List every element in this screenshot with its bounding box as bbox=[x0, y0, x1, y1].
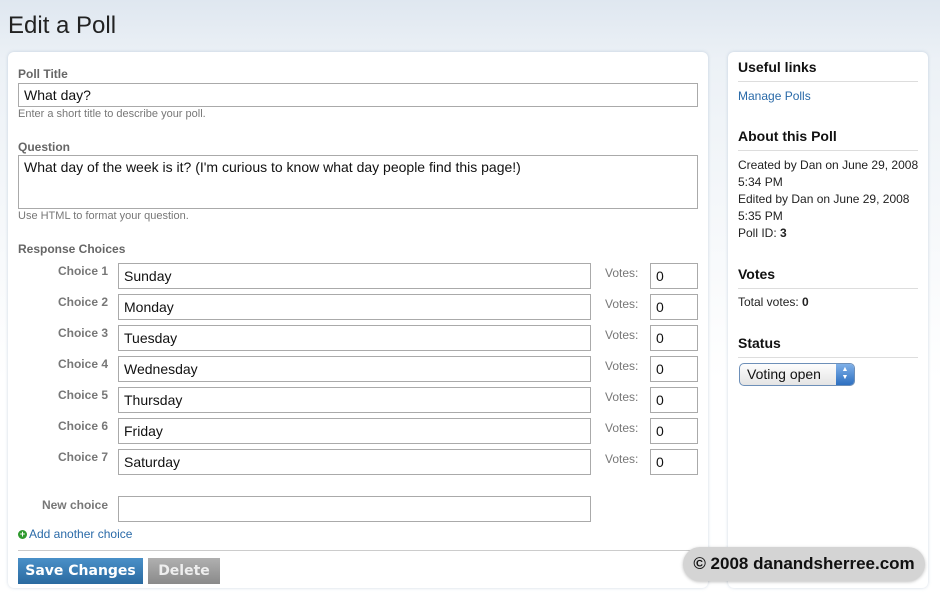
choice-input[interactable] bbox=[118, 418, 591, 444]
created-info: Created by Dan on June 29, 2008 5:34 PM bbox=[738, 158, 919, 189]
copyright-watermark: © 2008 danandsherree.com bbox=[683, 547, 925, 581]
choice-input[interactable] bbox=[118, 387, 591, 413]
votes-label: Votes: bbox=[605, 266, 639, 280]
edited-info: Edited by Dan on June 29, 2008 5:35 PM bbox=[738, 192, 910, 223]
choice-input[interactable] bbox=[118, 449, 591, 475]
choice-label: Choice 7 bbox=[57, 450, 108, 464]
choice-input[interactable] bbox=[118, 325, 591, 351]
save-changes-button[interactable]: Save Changes bbox=[18, 558, 143, 584]
votes-label: Votes: bbox=[605, 297, 639, 311]
poll-title-input[interactable] bbox=[18, 83, 698, 107]
status-heading: Status bbox=[738, 335, 918, 358]
edit-poll-form: Poll Title Enter a short title to descri… bbox=[8, 52, 708, 588]
votes-input[interactable] bbox=[650, 449, 698, 475]
choice-input[interactable] bbox=[118, 356, 591, 382]
choice-input[interactable] bbox=[118, 294, 591, 320]
about-poll-heading: About this Poll bbox=[738, 128, 918, 151]
response-choices-label: Response Choices bbox=[18, 242, 126, 256]
total-votes-info: Total votes: 0 bbox=[738, 294, 920, 311]
manage-polls-link[interactable]: Manage Polls bbox=[738, 89, 811, 103]
poll-id-label: Poll ID: bbox=[738, 226, 777, 240]
poll-title-help: Enter a short title to describe your pol… bbox=[18, 108, 206, 120]
total-votes-label: Total votes: bbox=[738, 295, 799, 309]
delete-button[interactable]: Delete bbox=[148, 558, 220, 584]
plus-circle-icon: + bbox=[18, 529, 27, 539]
votes-input[interactable] bbox=[650, 356, 698, 382]
votes-input[interactable] bbox=[650, 294, 698, 320]
votes-input[interactable] bbox=[650, 325, 698, 351]
choice-label: Choice 4 bbox=[57, 357, 108, 371]
question-label: Question bbox=[18, 140, 71, 154]
status-select[interactable]: Voting open ▲ ▼ bbox=[739, 363, 855, 386]
divider bbox=[18, 550, 708, 551]
votes-input[interactable] bbox=[650, 263, 698, 289]
add-choice-label: Add another choice bbox=[29, 527, 133, 541]
choice-label: Choice 1 bbox=[57, 264, 108, 278]
total-votes-value: 0 bbox=[802, 295, 809, 309]
choice-input[interactable] bbox=[118, 263, 591, 289]
sidebar: Useful links Manage Polls About this Pol… bbox=[728, 52, 928, 588]
choice-label: Choice 5 bbox=[57, 388, 108, 402]
new-choice-input[interactable] bbox=[118, 496, 591, 522]
choice-label: Choice 3 bbox=[57, 326, 108, 340]
add-choice-link[interactable]: + Add another choice bbox=[18, 527, 132, 541]
status-value: Voting open bbox=[747, 366, 821, 382]
votes-label: Votes: bbox=[605, 390, 639, 404]
poll-id-value: 3 bbox=[780, 226, 787, 240]
votes-input[interactable] bbox=[650, 387, 698, 413]
votes-heading: Votes bbox=[738, 266, 918, 289]
votes-label: Votes: bbox=[605, 328, 639, 342]
page-title: Edit a Poll bbox=[8, 12, 117, 39]
poll-id-info: Poll ID: 3 bbox=[738, 225, 920, 242]
votes-input[interactable] bbox=[650, 418, 698, 444]
poll-title-label: Poll Title bbox=[18, 67, 68, 81]
choice-label: Choice 6 bbox=[57, 419, 108, 433]
useful-links-heading: Useful links bbox=[738, 59, 918, 82]
votes-label: Votes: bbox=[605, 452, 639, 466]
question-help: Use HTML to format your question. bbox=[18, 210, 189, 222]
votes-label: Votes: bbox=[605, 421, 639, 435]
new-choice-label: New choice bbox=[41, 498, 108, 512]
select-arrows-icon: ▲ ▼ bbox=[836, 364, 854, 385]
question-textarea[interactable]: What day of the week is it? (I'm curious… bbox=[18, 155, 698, 209]
choice-label: Choice 2 bbox=[57, 295, 108, 309]
votes-label: Votes: bbox=[605, 359, 639, 373]
